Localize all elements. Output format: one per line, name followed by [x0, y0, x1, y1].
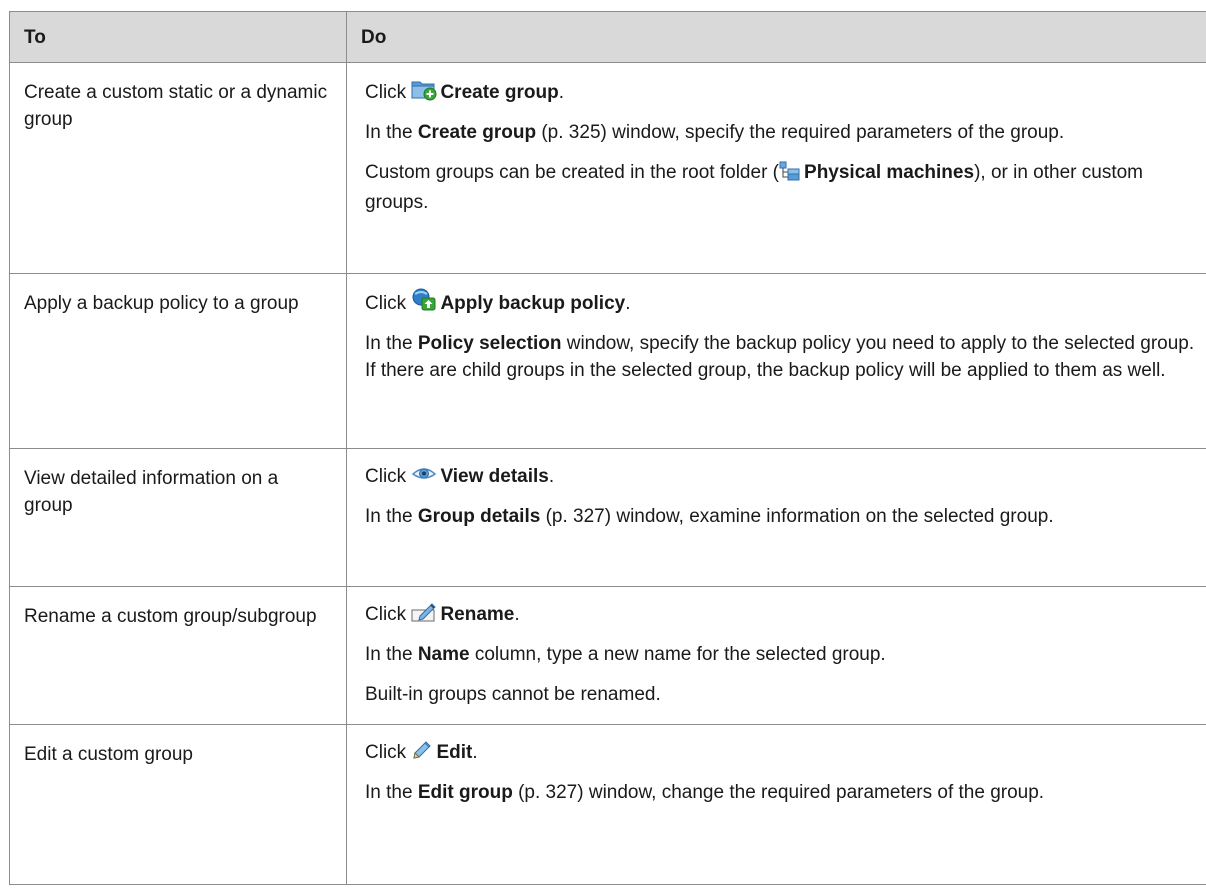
click-instruction: Click Create group.	[365, 77, 1205, 109]
click-instruction: Click View details.	[365, 463, 1205, 493]
table-row: Create a custom static or a dynamic grou…	[9, 62, 1206, 274]
actions-table: To Do Create a custom static or a dynami…	[9, 11, 1206, 885]
apply-backup-policy-icon	[411, 288, 437, 320]
pencil-icon	[411, 739, 433, 769]
row-do-cell: Click Edit. In the Edit group (p. 327) w…	[346, 724, 1206, 885]
action-label: Apply backup policy	[440, 293, 626, 314]
paragraph: Built-in groups cannot be renamed.	[365, 684, 661, 705]
header-do: Do	[346, 11, 1206, 63]
row-to-text: Create a custom static or a dynamic grou…	[9, 62, 347, 274]
row-do-cell: Click Apply backup policy. In the Policy…	[346, 273, 1206, 449]
click-instruction: Click Edit.	[365, 739, 1205, 769]
action-label: Create group	[440, 82, 559, 103]
action-label: Rename	[440, 604, 515, 625]
eye-icon	[411, 463, 437, 493]
action-label: Edit	[436, 742, 473, 763]
paragraph: In the Create group (p. 325) window, spe…	[365, 122, 1065, 143]
table-header-row: To Do	[9, 11, 1206, 63]
row-do-cell: Click Create group. In the Create group	[346, 62, 1206, 274]
paragraph: In the Group details (p. 327) window, ex…	[365, 506, 1054, 527]
paragraph: In the Name column, type a new name for …	[365, 644, 886, 665]
click-instruction: Click Rename.	[365, 601, 1205, 631]
table-row: View detailed information on a group Cli…	[9, 448, 1206, 587]
row-to-text: Rename a custom group/subgroup	[9, 586, 347, 725]
rename-icon	[411, 601, 437, 631]
row-do-cell: Click View details. In the Group details…	[346, 448, 1206, 587]
create-group-icon	[411, 77, 437, 109]
paragraph: Custom groups can be created in the root…	[365, 161, 1144, 213]
paragraph: In the Policy selection window, specify …	[365, 333, 1195, 381]
row-to-text: Apply a backup policy to a group	[9, 273, 347, 449]
row-to-text: Edit a custom group	[9, 724, 347, 885]
click-instruction: Click Apply backup policy.	[365, 288, 1205, 320]
row-to-text: View detailed information on a group	[9, 448, 347, 587]
table-row: Apply a backup policy to a group Click A…	[9, 273, 1206, 449]
table-row: Rename a custom group/subgroup Click Ren…	[9, 586, 1206, 725]
header-to: To	[9, 11, 347, 63]
row-do-cell: Click Rename. In the Name column, type a…	[346, 586, 1206, 725]
physical-machines-icon	[779, 161, 801, 189]
paragraph: In the Edit group (p. 327) window, chang…	[365, 782, 1045, 803]
table-row: Edit a custom group Click Edit. In the E…	[9, 724, 1206, 885]
action-label: View details	[440, 466, 549, 487]
